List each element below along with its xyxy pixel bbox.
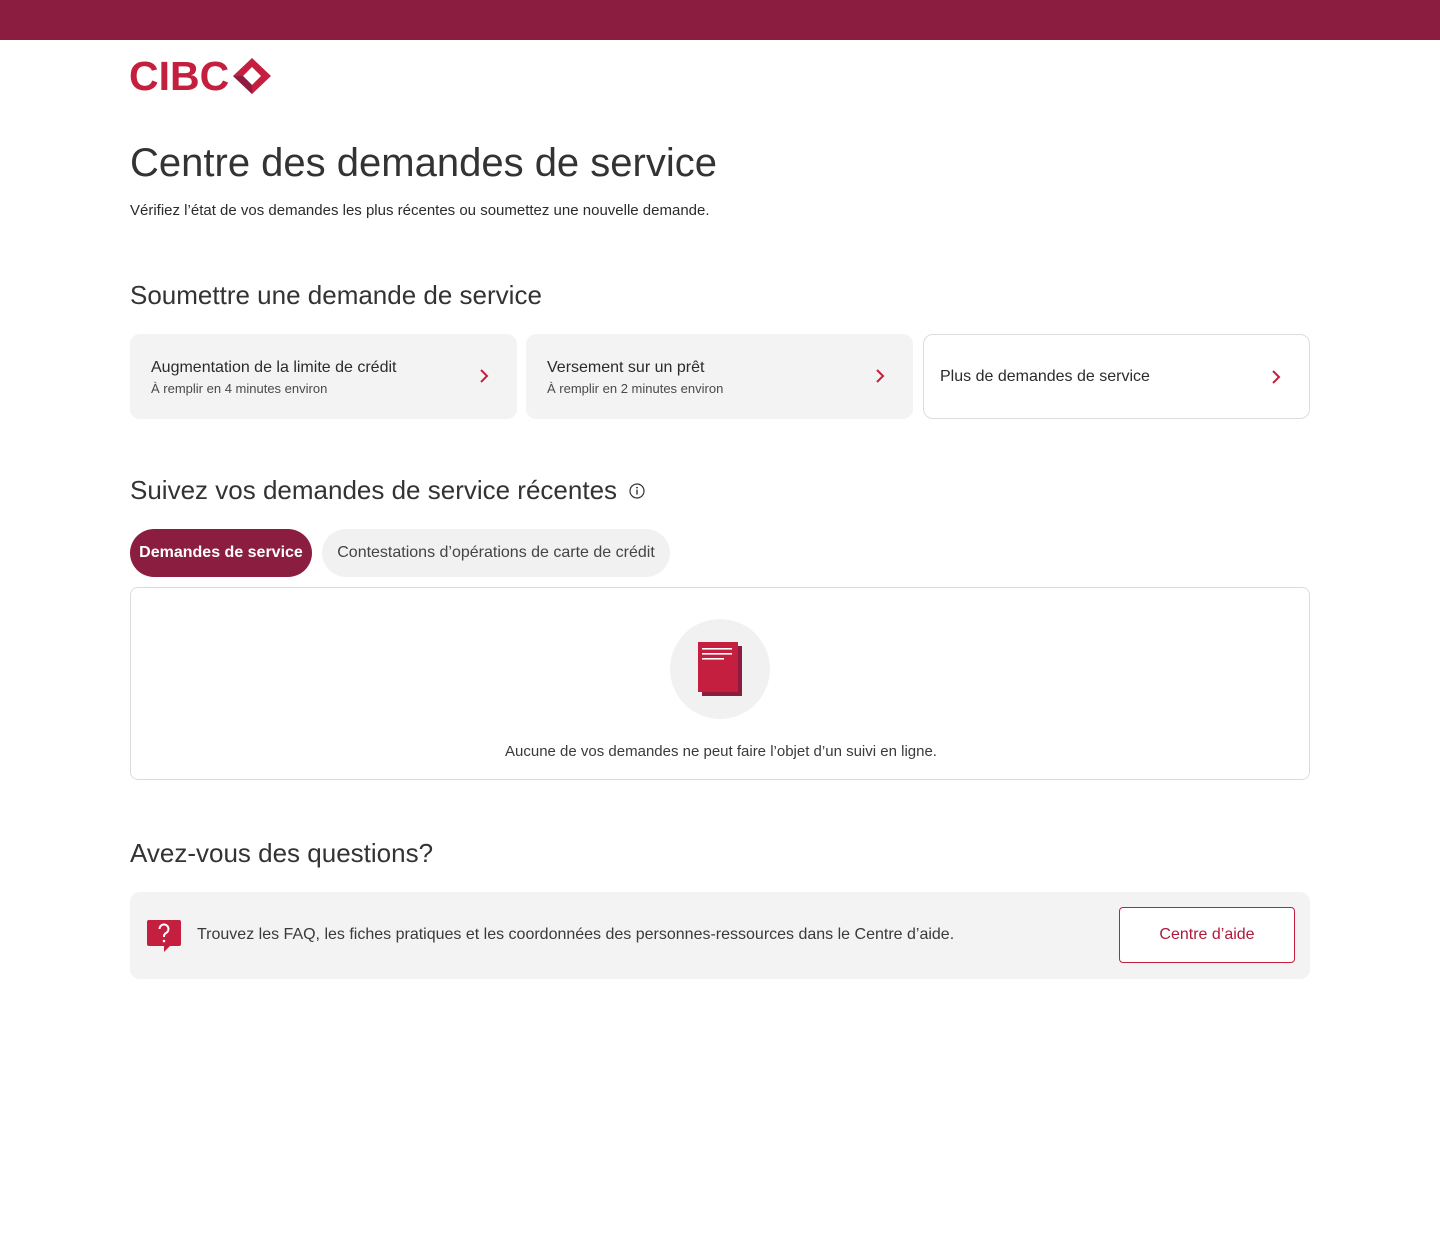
track-section-heading: Suivez vos demandes de service récentes xyxy=(130,474,645,506)
help-center-panel: Trouvez les FAQ, les fiches pratiques et… xyxy=(130,892,1310,979)
help-question-icon xyxy=(147,920,181,952)
empty-state-panel: Aucune de vos demandes ne peut faire l’o… xyxy=(130,587,1310,780)
cibc-logo[interactable]: CIBC xyxy=(129,53,273,99)
card-loan-payment[interactable]: Versement sur un prêt À remplir en 2 min… xyxy=(526,334,913,419)
top-brand-bar xyxy=(0,0,1440,40)
submit-section-title: Soumettre une demande de service xyxy=(130,280,542,310)
page-subtitle: Vérifiez l’état de vos demandes les plus… xyxy=(130,202,710,219)
card-subtitle: À remplir en 2 minutes environ xyxy=(547,381,724,396)
logo-wordmark: CIBC xyxy=(129,53,230,99)
tab-service-requests[interactable]: Demandes de service xyxy=(130,529,312,577)
tab-credit-card-disputes[interactable]: Contestations d’opérations de carte de c… xyxy=(322,529,670,577)
help-center-button[interactable]: Centre d’aide xyxy=(1119,907,1295,963)
card-more-service-requests[interactable]: Plus de demandes de service xyxy=(923,334,1310,419)
card-title: Plus de demandes de service xyxy=(940,368,1150,385)
card-subtitle: À remplir en 4 minutes environ xyxy=(151,381,328,396)
info-icon[interactable] xyxy=(629,483,645,499)
empty-state-icon-circle xyxy=(670,619,770,719)
card-credit-limit-increase[interactable]: Augmentation de la limite de crédit À re… xyxy=(130,334,517,419)
questions-section-title: Avez-vous des questions? xyxy=(130,838,434,868)
cibc-diamond-logo-icon xyxy=(233,58,272,94)
card-title: Augmentation de la limite de crédit xyxy=(151,359,397,376)
chevron-right-icon xyxy=(876,369,885,383)
card-title: Versement sur un prêt xyxy=(547,359,705,376)
track-section-title: Suivez vos demandes de service récentes xyxy=(130,475,618,505)
chevron-right-icon xyxy=(1272,370,1281,384)
chevron-right-icon xyxy=(480,369,489,383)
empty-state-message: Aucune de vos demandes ne peut faire l’o… xyxy=(505,743,937,760)
page-title: Centre des demandes de service xyxy=(130,141,717,185)
document-icon xyxy=(698,642,742,696)
help-center-text: Trouvez les FAQ, les fiches pratiques et… xyxy=(197,926,955,943)
